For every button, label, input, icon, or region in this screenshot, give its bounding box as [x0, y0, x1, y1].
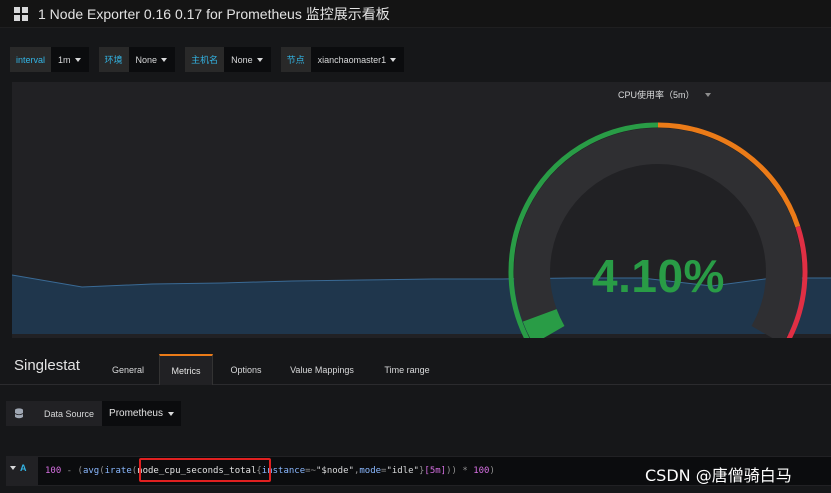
query-token: ) [489, 466, 495, 476]
variable-dropdown[interactable]: xianchaomaster1 [310, 47, 405, 72]
database-icon [6, 401, 32, 426]
variable-env: 环境 None [98, 47, 176, 72]
gauge-value: 4.10% [592, 250, 725, 302]
top-nav: 1 Node Exporter 0.16 0.17 for Prometheus… [0, 0, 831, 28]
query-token: avg [82, 466, 100, 476]
query-token: =~ [305, 466, 316, 476]
caret-down-icon [390, 57, 397, 62]
query-token: "idle" [386, 466, 419, 476]
tab-general[interactable]: General [100, 354, 156, 385]
tab-value-mappings[interactable]: Value Mappings [280, 354, 364, 385]
variable-node: 节点 xianchaomaster1 [280, 47, 405, 72]
variable-interval: interval 1m [10, 47, 89, 72]
query-token: irate [104, 466, 132, 476]
variable-label: 环境 [98, 47, 129, 72]
editor-title: Singlestat [14, 357, 80, 374]
caret-down-icon [10, 466, 16, 470]
variable-dropdown[interactable]: None [224, 47, 271, 72]
query-collapse-toggle[interactable]: A [10, 463, 27, 473]
variable-dropdown[interactable]: 1m [51, 47, 89, 72]
query-token: * [456, 466, 474, 476]
template-variables: interval 1m 环境 None 主机名 None 节点 xianchao… [10, 47, 414, 72]
variable-hostname: 主机名 None [185, 47, 271, 72]
dashboard-grid-icon[interactable] [14, 6, 28, 21]
singlestat-panel: CPU使用率（5m） 4.10% [12, 82, 831, 338]
variable-label: interval [10, 47, 52, 72]
query-token: - [61, 466, 78, 476]
caret-down-icon [167, 411, 174, 416]
watermark: CSDN @唐僧骑白马 [645, 466, 792, 485]
panel-title[interactable]: CPU使用率（5m） [618, 88, 711, 101]
caret-down-icon [704, 92, 711, 97]
caret-down-icon [74, 57, 81, 62]
caret-down-icon [161, 57, 168, 62]
query-token: 100 [45, 466, 62, 476]
variable-label: 主机名 [185, 47, 225, 72]
caret-down-icon [256, 57, 263, 62]
datasource-picker[interactable]: Prometheus [102, 401, 181, 426]
variable-dropdown[interactable]: None [128, 47, 176, 72]
query-ref-id: A [20, 463, 27, 473]
variable-label: 节点 [280, 47, 311, 72]
query-token: [5m] [424, 466, 447, 476]
query-token: mode [359, 466, 382, 476]
tab-metrics[interactable]: Metrics [159, 354, 213, 385]
tab-time-range[interactable]: Time range [372, 354, 442, 385]
datasource-row: Data Source Prometheus [6, 401, 181, 426]
query-token: )) [446, 466, 457, 476]
datasource-label: Data Source [32, 401, 103, 426]
panel-editor-header: Singlestat General Metrics Options Value… [0, 345, 831, 385]
metric-highlight-box [139, 458, 271, 482]
tab-options[interactable]: Options [220, 354, 272, 385]
query-token: "$node" [316, 466, 354, 476]
query-token: 100 [473, 466, 490, 476]
gauge-value-fill [522, 308, 565, 338]
dashboard-title[interactable]: 1 Node Exporter 0.16 0.17 for Prometheus… [38, 4, 390, 24]
